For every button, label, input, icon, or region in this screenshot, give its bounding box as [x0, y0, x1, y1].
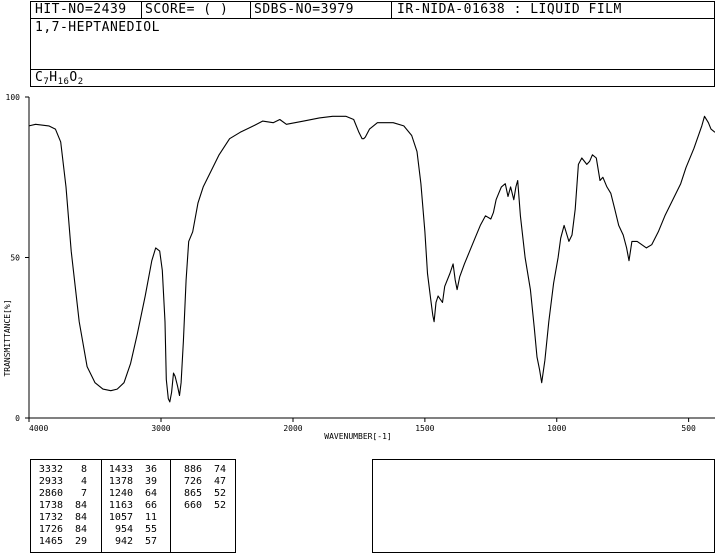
x-tick-label: 500	[681, 424, 696, 433]
peak-transmittance: 66	[144, 500, 157, 511]
peak-wavenumber: 3332	[38, 464, 63, 475]
hit-number: HIT-NO=2439	[35, 2, 127, 17]
x-tick-label: 1000	[547, 424, 566, 433]
peak-entry: 1163 66	[103, 500, 157, 511]
spectrum-line	[28, 115, 715, 403]
x-tick-label: 1500	[415, 424, 434, 433]
peak-transmittance: 57	[144, 536, 157, 547]
peak-wavenumber: 1240	[108, 488, 133, 499]
peak-table-divider	[101, 460, 102, 552]
peak-wavenumber: 1738	[38, 500, 63, 511]
peak-entry: 1433 36	[103, 464, 157, 475]
peak-wavenumber: 726	[183, 476, 202, 487]
peak-entry: 2860 7	[33, 488, 87, 499]
header-divider	[250, 2, 251, 18]
comment-box	[372, 459, 715, 553]
peak-transmittance: 84	[74, 524, 87, 535]
formula-element: O	[69, 70, 78, 85]
peak-transmittance: 55	[144, 524, 157, 535]
peak-wavenumber: 865	[183, 488, 202, 499]
peak-table: 3332 8 2933 4 2860 7 1738 84 1732 84 1726 84 1465 29 1…	[30, 459, 236, 553]
peak-entry: 1057 11	[103, 512, 157, 523]
peak-table-divider	[170, 460, 171, 552]
peak-entry: 1732 84	[33, 512, 87, 523]
x-axis-label: WAVENUMBER[-1]	[324, 432, 391, 441]
peak-transmittance: 39	[144, 476, 157, 487]
header-divider	[141, 2, 142, 18]
peak-transmittance: 8	[80, 464, 87, 475]
x-tick-label: 2000	[283, 424, 302, 433]
score: SCORE= ( )	[145, 2, 229, 17]
peak-transmittance: 74	[213, 464, 226, 475]
peak-transmittance: 36	[144, 464, 157, 475]
peak-entry: 954 55	[103, 524, 157, 535]
peak-transmittance: 29	[74, 536, 87, 547]
compound-name: 1,7-HEPTANEDIOL	[35, 20, 160, 35]
peak-entry: 1240 64	[103, 488, 157, 499]
ir-code: IR-NIDA-01638 : LIQUID FILM	[397, 2, 622, 17]
peak-wavenumber: 1163	[108, 500, 133, 511]
peak-wavenumber: 1732	[38, 512, 63, 523]
y-tick-label: 100	[6, 93, 21, 102]
peak-entry: 1726 84	[33, 524, 87, 535]
peak-entry: 1378 39	[103, 476, 157, 487]
peak-wavenumber: 954	[114, 524, 133, 535]
molecular-formula: C7H16O2	[35, 70, 84, 90]
ir-spectrum-chart: 4000 3000 2000 1500 1000 500 0 50 100 WAVENUMBE…	[3, 93, 715, 441]
y-axis-label: TRANSMITTANCE[%]	[3, 299, 12, 376]
peak-entry: 2933 4	[33, 476, 87, 487]
peak-wavenumber: 2933	[38, 476, 63, 487]
compound-name-box: 1,7-HEPTANEDIOL	[30, 18, 715, 70]
peak-transmittance: 47	[213, 476, 226, 487]
header-divider	[391, 2, 392, 18]
peak-transmittance: 84	[74, 500, 87, 511]
peak-transmittance: 11	[144, 512, 157, 523]
peak-transmittance: 64	[144, 488, 157, 499]
sdbs-number: SDBS-NO=3979	[254, 2, 354, 17]
peak-transmittance: 84	[74, 512, 87, 523]
peak-wavenumber: 1378	[108, 476, 133, 487]
peak-wavenumber: 1433	[108, 464, 133, 475]
peak-entry: 726 47	[172, 476, 226, 487]
peak-wavenumber: 1057	[108, 512, 133, 523]
peak-entry: 3332 8	[33, 464, 87, 475]
header-bar: HIT-NO=2439 SCORE= ( ) SDBS-NO=3979 IR-N…	[30, 1, 715, 19]
peak-wavenumber: 660	[183, 500, 202, 511]
x-tick-label: 4000	[29, 424, 48, 433]
formula-subscript: 2	[77, 77, 84, 87]
peak-wavenumber: 1465	[38, 536, 63, 547]
peak-entry: 660 52	[172, 500, 226, 511]
peak-entry: 942 57	[103, 536, 157, 547]
peak-transmittance: 52	[213, 488, 226, 499]
formula-box: C7H16O2	[30, 69, 715, 87]
peak-wavenumber: 942	[114, 536, 133, 547]
peak-entry: 886 74	[172, 464, 226, 475]
peak-entry: 865 52	[172, 488, 226, 499]
y-tick-label: 0	[15, 414, 20, 423]
peak-wavenumber: 886	[183, 464, 202, 475]
peak-transmittance: 52	[213, 500, 226, 511]
peak-wavenumber: 1726	[38, 524, 63, 535]
peak-entry: 1738 84	[33, 500, 87, 511]
formula-element: H	[49, 70, 58, 85]
peak-entry: 1465 29	[33, 536, 87, 547]
y-tick-label: 50	[10, 254, 20, 263]
x-tick-label: 3000	[151, 424, 170, 433]
peak-wavenumber: 2860	[38, 488, 63, 499]
peak-transmittance: 7	[80, 488, 87, 499]
peak-transmittance: 4	[80, 476, 87, 487]
formula-subscript: 16	[57, 77, 70, 87]
